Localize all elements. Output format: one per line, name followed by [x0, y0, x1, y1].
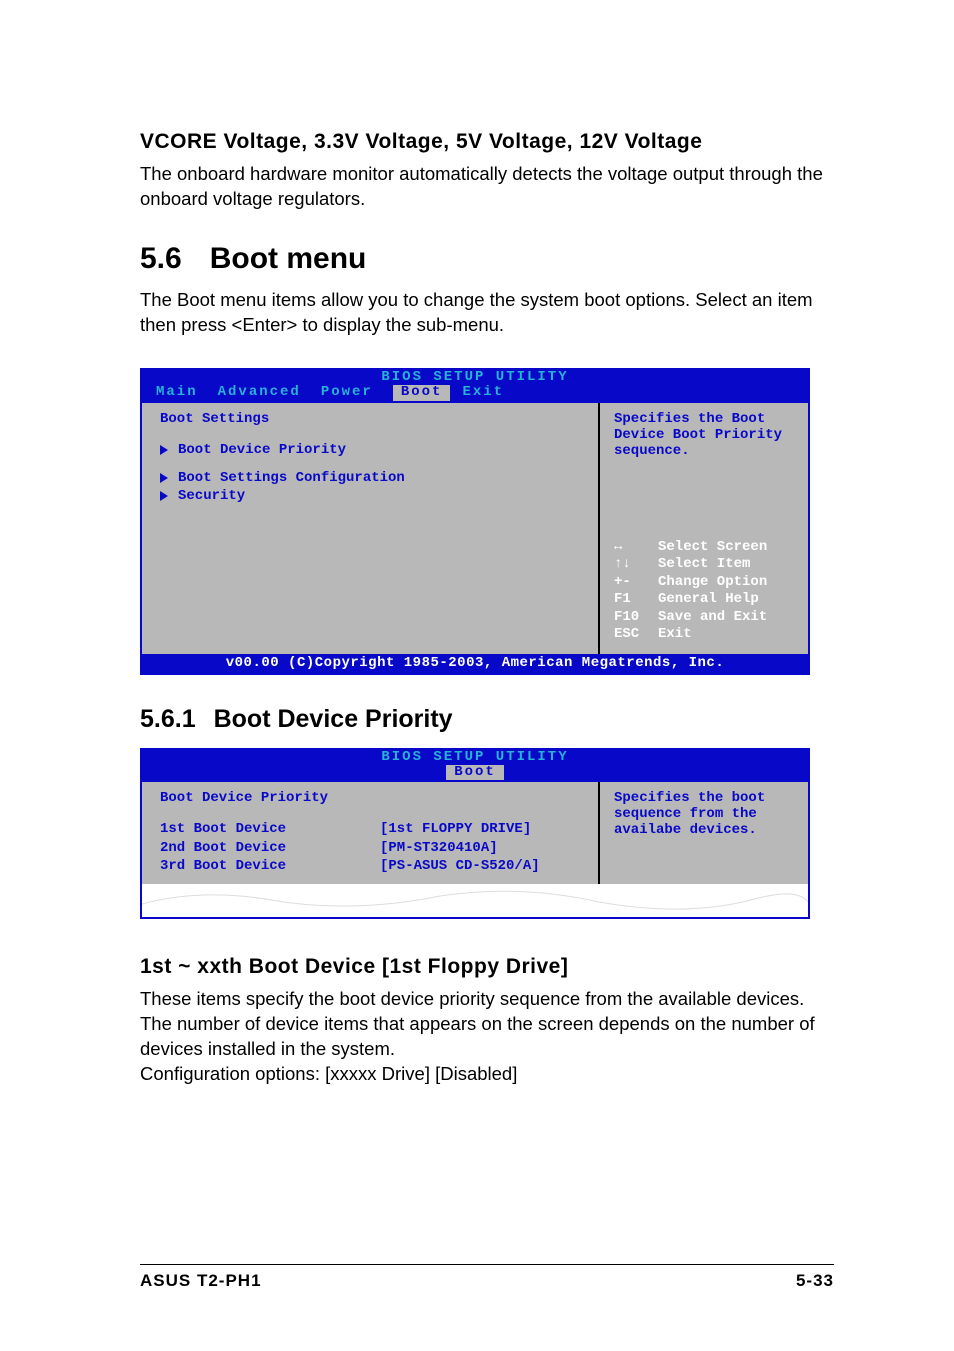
section-number: 5.6: [140, 242, 182, 275]
text-xxth-1: These items specify the boot device prio…: [140, 987, 834, 1062]
bios-footer: v00.00 (C)Copyright 1985-2003, American …: [142, 654, 808, 673]
key-plusminus: +-: [614, 574, 658, 592]
tab-advanced[interactable]: Advanced: [218, 385, 321, 400]
tab-boot[interactable]: Boot: [446, 765, 504, 780]
heading-vcore: VCORE Voltage, 3.3V Voltage, 5V Voltage,…: [140, 130, 834, 154]
menu-label: Boot Settings Configuration: [178, 469, 405, 487]
heading-boot-device-priority: 5.6.1 Boot Device Priority: [140, 705, 834, 734]
key-desc: Exit: [658, 626, 692, 644]
footer-left: ASUS T2-PH1: [140, 1271, 262, 1291]
key-arrows-lr: ↔: [614, 539, 658, 557]
bios-help-text: Specifies the Boot Device Boot Priority …: [614, 411, 798, 459]
key-desc: Select Screen: [658, 539, 767, 557]
triangle-icon: [160, 473, 168, 483]
key-desc: Change Option: [658, 574, 767, 592]
triangle-icon: [160, 491, 168, 501]
section-title: Boot Device Priority: [214, 705, 453, 733]
tab-power[interactable]: Power: [321, 385, 393, 400]
menu-boot-settings-config[interactable]: Boot Settings Configuration: [160, 469, 586, 487]
field-value: [PM-ST320410A]: [380, 839, 498, 857]
section-title: Boot menu: [210, 242, 367, 275]
menu-boot-device-priority[interactable]: Boot Device Priority: [160, 441, 586, 459]
bios-title: BIOS SETUP UTILITY: [142, 750, 808, 765]
torn-edge: [142, 884, 808, 918]
bios-screen-boot-settings: BIOS SETUP UTILITY Main Advanced Power B…: [140, 368, 810, 675]
tab-boot[interactable]: Boot: [393, 385, 451, 400]
text-xxth-2: Configuration options: [xxxxx Drive] [Di…: [140, 1062, 834, 1087]
field-name: 3rd Boot Device: [160, 857, 380, 875]
bios-tabs: Boot: [142, 765, 808, 782]
field-value: [PS-ASUS CD-S520/A]: [380, 857, 540, 875]
field-name: 2nd Boot Device: [160, 839, 380, 857]
key-desc: Save and Exit: [658, 609, 767, 627]
key-desc: General Help: [658, 591, 759, 609]
field-value: [1st FLOPPY DRIVE]: [380, 820, 531, 838]
bios-header: BIOS SETUP UTILITY Main Advanced Power B…: [142, 370, 808, 403]
key-f10: F10: [614, 609, 658, 627]
bios-key-help: ↔Select Screen ↑↓Select Item +-Change Op…: [614, 539, 798, 644]
menu-label: Security: [178, 487, 245, 505]
menu-security[interactable]: Security: [160, 487, 586, 505]
bios-help-text: Specifies the boot sequence from the ava…: [614, 790, 798, 838]
page-footer: ASUS T2-PH1 5-33: [140, 1264, 834, 1291]
key-esc: ESC: [614, 626, 658, 644]
section-number: 5.6.1: [140, 705, 196, 733]
tab-main[interactable]: Main: [156, 385, 218, 400]
text-vcore: The onboard hardware monitor automatical…: [140, 162, 834, 212]
key-f1: F1: [614, 591, 658, 609]
bios-right-pane: Specifies the Boot Device Boot Priority …: [600, 403, 808, 654]
text-boot-menu: The Boot menu items allow you to change …: [140, 288, 834, 338]
bios-left-pane: Boot Settings Boot Device Priority Boot …: [142, 403, 600, 654]
bios-section-title: Boot Device Priority: [160, 790, 586, 806]
field-2nd-boot[interactable]: 2nd Boot Device [PM-ST320410A]: [160, 839, 586, 857]
field-1st-boot[interactable]: 1st Boot Device [1st FLOPPY DRIVE]: [160, 820, 586, 838]
triangle-icon: [160, 445, 168, 455]
footer-right: 5-33: [796, 1271, 834, 1291]
heading-boot-menu: 5.6 Boot menu: [140, 242, 834, 276]
bios-section-title: Boot Settings: [160, 411, 586, 427]
menu-label: Boot Device Priority: [178, 441, 346, 459]
field-3rd-boot[interactable]: 3rd Boot Device [PS-ASUS CD-S520/A]: [160, 857, 586, 875]
key-arrows-ud: ↑↓: [614, 556, 658, 574]
bios-tabs: Main Advanced Power Boot Exit: [142, 385, 808, 402]
key-desc: Select Item: [658, 556, 750, 574]
bios-title: BIOS SETUP UTILITY: [142, 370, 808, 385]
field-name: 1st Boot Device: [160, 820, 380, 838]
tab-exit[interactable]: Exit: [462, 385, 524, 400]
heading-xxth-boot: 1st ~ xxth Boot Device [1st Floppy Drive…: [140, 955, 834, 979]
bios-screen-boot-priority: BIOS SETUP UTILITY Boot Boot Device Prio…: [140, 748, 810, 919]
bios-header: BIOS SETUP UTILITY Boot: [142, 750, 808, 783]
